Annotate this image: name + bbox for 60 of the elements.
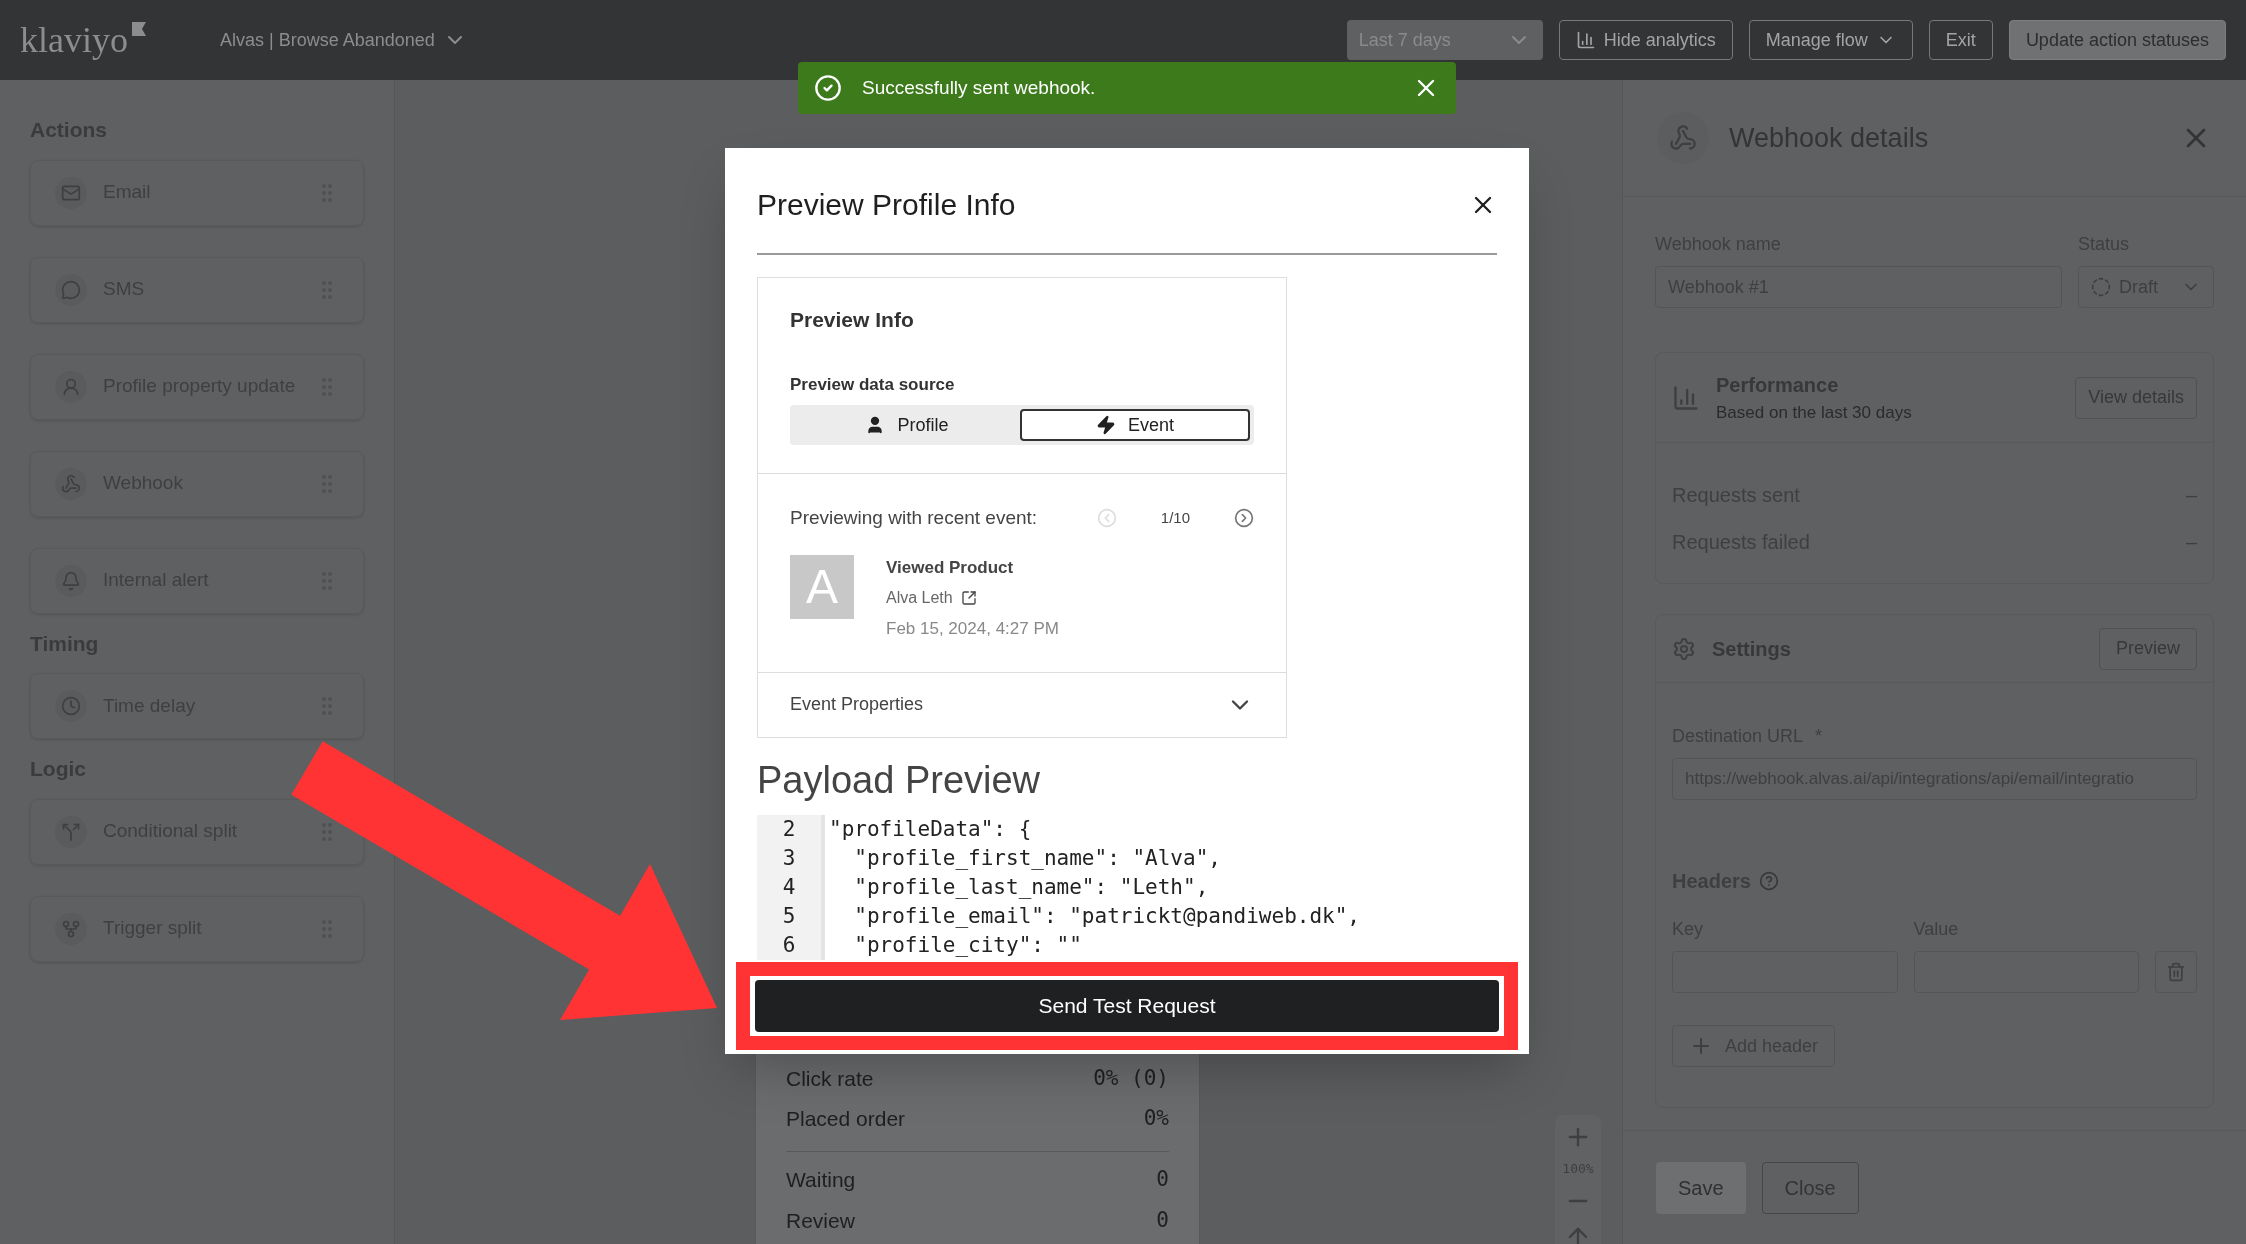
recent-event-label: Previewing with recent event: [790, 506, 1038, 530]
manage-flow-button[interactable]: Manage flow [1748, 20, 1913, 60]
metric-value: – [2185, 482, 2197, 508]
code-line: "profileData": { [829, 815, 1033, 843]
send-test-request-button[interactable]: Send Test Request [755, 979, 1499, 1032]
action-icon [55, 467, 87, 500]
event-name: Viewed Product [886, 556, 1015, 579]
action-icon [55, 815, 87, 848]
line-number: 2 [782, 815, 796, 843]
toast-message: Successfully sent webhook. [862, 75, 1096, 100]
event-time: Feb 15, 2024, 4:27 PM [886, 618, 1059, 640]
card-title: Preview Info [790, 307, 915, 333]
hide-analytics-button[interactable]: Hide analytics [1558, 20, 1733, 60]
check-circle-icon [814, 74, 842, 102]
action-icon [55, 564, 87, 597]
exit-button[interactable]: Exit [1928, 20, 1993, 60]
stat-value: 0 [1156, 1165, 1169, 1193]
action-icon [55, 912, 87, 945]
event-properties-accordion[interactable]: Event Properties [758, 672, 1286, 737]
pager-count: 1/10 [1160, 508, 1190, 528]
payload-title: Payload Preview [757, 757, 1042, 803]
data-source-option[interactable]: Profile [794, 409, 1020, 441]
line-number: 4 [782, 873, 796, 901]
stat-label: Click rate [786, 1066, 874, 1093]
chart-icon [1575, 30, 1596, 50]
field-label: Preview data source [790, 373, 956, 396]
code-line: "profile_first_name": "Alva", [853, 844, 1222, 872]
trash-icon [2166, 962, 2186, 982]
code-line: "profile_email": "patrickt@pandiweb.dk", [853, 902, 1360, 930]
profile-link[interactable]: Alva Leth [886, 586, 953, 610]
line-number: 5 [782, 902, 796, 930]
code-line: "profile_city": "" [853, 931, 1083, 959]
flow-name-dropdown[interactable]: Alvas | Browse Abandoned [220, 26, 467, 54]
delete-header-button[interactable] [2155, 951, 2197, 993]
logo[interactable]: klaviyo [20, 22, 128, 58]
line-number: 6 [782, 931, 796, 959]
stat-label: Review [786, 1208, 855, 1235]
line-number: 3 [782, 844, 796, 872]
stat-label: Waiting [786, 1166, 856, 1193]
modal-title: Preview Profile Info [757, 187, 1016, 223]
flag-icon [132, 22, 146, 36]
action-icon [55, 176, 87, 209]
action-icon [55, 370, 87, 403]
required-mark: * [1815, 725, 1823, 748]
chart-icon [1672, 383, 1700, 412]
settings-icon [1672, 636, 1696, 661]
external-link-icon[interactable] [960, 590, 977, 606]
lightning-icon [1096, 415, 1116, 435]
action-icon [55, 273, 87, 306]
stat-value: 0% (0) [1093, 1065, 1169, 1093]
code-line: "profile_last_name": "Leth", [853, 873, 1210, 901]
stat-value: 0 [1156, 1207, 1169, 1235]
next-icon[interactable] [1234, 508, 1254, 529]
data-source-option[interactable]: Event [1020, 409, 1250, 441]
stat-value: 0% [1143, 1105, 1169, 1133]
update-statuses-button[interactable]: Update action statuses [2008, 20, 2226, 60]
action-icon [55, 690, 87, 722]
help-icon[interactable] [1758, 871, 1779, 891]
metric-value: – [2185, 529, 2197, 555]
stat-label: Placed order [786, 1106, 906, 1133]
